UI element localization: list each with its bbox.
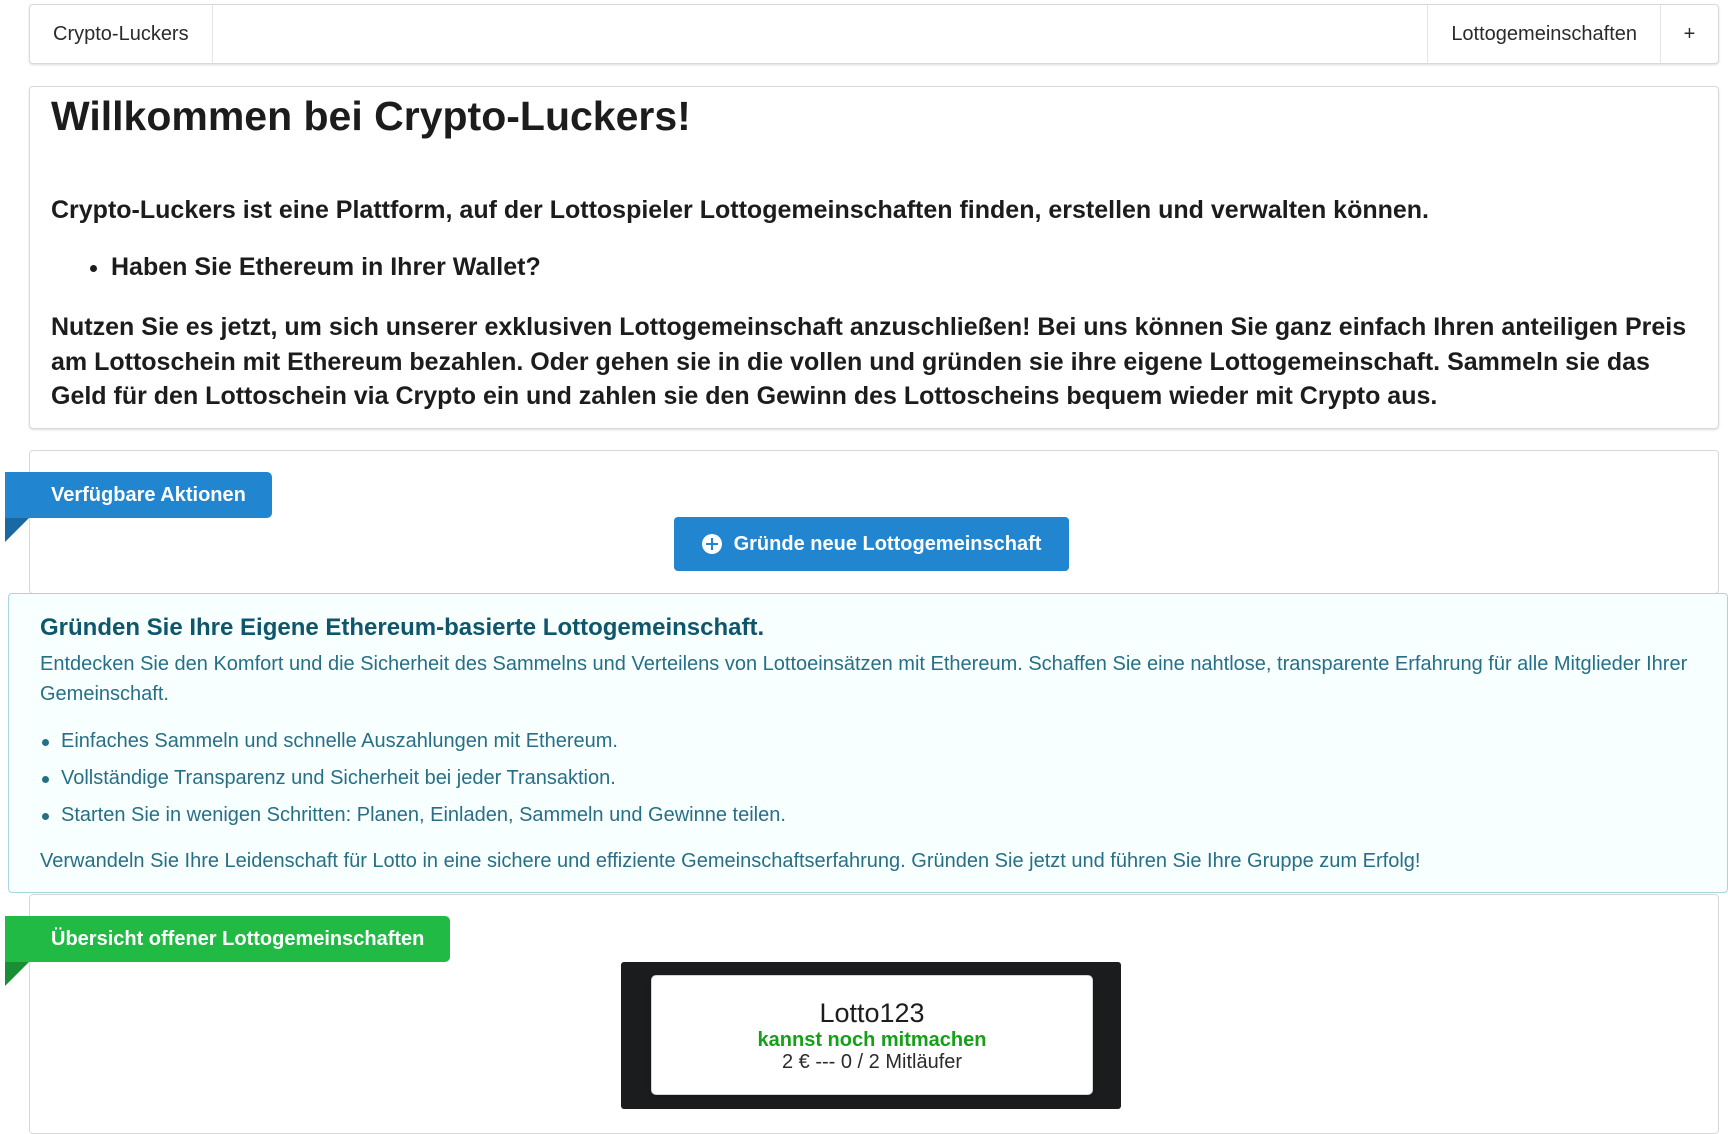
lotto-card-meta: 2 € --- 0 / 2 Mitläufer xyxy=(781,1051,963,1074)
info-description: Entdecken Sie den Komfort und die Sicher… xyxy=(40,653,1688,706)
info-footer: Verwandeln Sie Ihre Leidenschaft für Lot… xyxy=(40,850,1421,873)
intro-text: Crypto-Luckers ist eine Plattform, auf d… xyxy=(51,196,1430,225)
page-title: Willkommen bei Crypto-Luckers! xyxy=(51,93,691,139)
lotto-card[interactable]: Lotto123 kannst noch mitmachen 2 € --- 0… xyxy=(652,976,1092,1094)
menu-spacer xyxy=(213,5,1428,63)
info-point-list: Einfaches Sammeln und schnelle Auszahlun… xyxy=(40,723,1696,834)
actions-ribbon-label: Verfügbare Aktionen xyxy=(5,472,272,542)
lotto-card-status: kannst noch mitmachen xyxy=(757,1029,987,1052)
info-point: Starten Sie in wenigen Schritten: Planen… xyxy=(40,797,1696,834)
info-point: Vollständige Transparenz und Sicherheit … xyxy=(40,760,1696,797)
welcome-body-text: Nutzen Sie es jetzt, um sich unserer exk… xyxy=(51,313,1687,410)
brand-link[interactable]: Crypto-Luckers xyxy=(30,5,213,63)
plus-circle-icon xyxy=(701,534,722,554)
info-message: Gründen Sie Ihre Eigene Ethereum-basiert… xyxy=(8,593,1728,893)
add-button[interactable]: + xyxy=(1660,5,1718,63)
welcome-bullet: Haben Sie Ethereum in Ihrer Wallet? xyxy=(111,250,1697,285)
info-header: Gründen Sie Ihre Eigene Ethereum-basiert… xyxy=(40,614,765,641)
welcome-bullet-list: Haben Sie Ethereum in Ihrer Wallet? xyxy=(51,250,1697,285)
lotto-card-name: Lotto123 xyxy=(819,998,925,1028)
create-lottogemeinschaft-button[interactable]: Gründe neue Lottogemeinschaft xyxy=(674,517,1069,571)
info-point: Einfaches Sammeln und schnelle Auszahlun… xyxy=(40,723,1696,760)
lottogemeinschaften-link[interactable]: Lottogemeinschaften xyxy=(1427,5,1660,63)
create-button-label: Gründe neue Lottogemeinschaft xyxy=(733,532,1042,555)
overview-ribbon-label: Übersicht offener Lottogemeinschaften xyxy=(5,916,451,986)
welcome-segment: Willkommen bei Crypto-Luckers! Crypto-Lu… xyxy=(29,86,1719,429)
top-menu: Crypto-Luckers Lottogemeinschaften + xyxy=(29,4,1719,64)
